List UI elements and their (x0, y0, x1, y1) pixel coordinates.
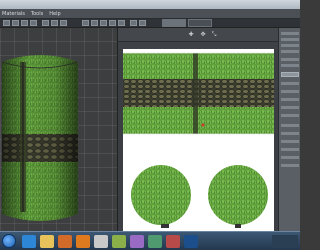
bevel-tool-button[interactable] (51, 20, 58, 26)
pin-icon[interactable]: ✚ (188, 32, 194, 38)
uv-island-stone-band (123, 79, 274, 107)
menu-bar: Materials Tools Help (0, 9, 300, 19)
textured-cylinder[interactable] (2, 52, 78, 224)
panel-row[interactable] (281, 140, 299, 143)
select-tool-button[interactable] (3, 20, 10, 26)
cube-icon[interactable] (112, 235, 126, 248)
scale-tool-button[interactable] (30, 20, 37, 26)
uv-island-top-grass (123, 53, 274, 79)
panel-row[interactable] (281, 82, 299, 85)
camera-tool-button[interactable] (118, 20, 125, 26)
main-toolbar (0, 19, 300, 28)
paint-tool-button[interactable] (91, 20, 98, 26)
brush-tool-button[interactable] (82, 20, 89, 26)
scale-icon[interactable]: ⤡ (211, 32, 217, 38)
panel-row[interactable] (281, 164, 299, 167)
panel-row[interactable] (281, 38, 299, 41)
render-tool-button[interactable] (130, 20, 137, 26)
taskbar (0, 231, 300, 250)
panel-row[interactable] (281, 50, 299, 53)
paint-icon[interactable] (94, 235, 108, 248)
app-icon[interactable] (130, 235, 144, 248)
panel-row[interactable] (281, 98, 299, 101)
rotate-tool-button[interactable] (21, 20, 28, 26)
uv-texture-canvas[interactable] (123, 49, 274, 231)
move-tool-button[interactable] (12, 20, 19, 26)
panel-row[interactable] (281, 44, 299, 47)
tab-layout[interactable] (188, 19, 212, 27)
light-tool-button[interactable] (109, 20, 116, 26)
panel-selected-row[interactable] (281, 72, 299, 77)
system-tray[interactable] (272, 235, 298, 248)
app-icon[interactable] (148, 235, 162, 248)
cut-tool-button[interactable] (60, 20, 67, 26)
panel-row[interactable] (281, 64, 299, 67)
uv-editor-panel: ✚ ✥ ⤡ (118, 28, 278, 231)
uv-island-bottom-grass (123, 107, 274, 134)
start-orb-icon[interactable] (2, 234, 16, 248)
3d-viewport[interactable] (0, 28, 118, 231)
uv-island-cap-left (131, 165, 191, 225)
tab-uv-editor[interactable] (162, 19, 186, 27)
uv-red-marker (201, 123, 205, 127)
panel-row[interactable] (281, 58, 299, 61)
ie-icon[interactable] (22, 235, 36, 248)
title-bar (0, 0, 300, 17)
panel-row[interactable] (281, 90, 299, 93)
panel-row[interactable] (281, 32, 299, 35)
app-icon[interactable] (166, 235, 180, 248)
uv-island-cap-right (208, 165, 268, 225)
menu-item-materials[interactable]: Materials (2, 9, 25, 19)
panel-row[interactable] (281, 114, 299, 117)
panel-row[interactable] (281, 106, 299, 109)
move-icon[interactable]: ✥ (200, 32, 206, 38)
uv-seam (193, 53, 198, 134)
folder-icon[interactable] (40, 235, 54, 248)
panel-row[interactable] (281, 156, 299, 159)
panel-row[interactable] (281, 148, 299, 151)
photoshop-icon[interactable] (184, 235, 198, 248)
uv-tool-button[interactable] (100, 20, 107, 26)
extrude-tool-button[interactable] (42, 20, 49, 26)
firefox-icon[interactable] (76, 235, 90, 248)
uv-ruler (118, 42, 278, 49)
title-bar-icons (3, 2, 43, 17)
application-window: Materials Tools Help ✚ ✥ ⤡ (0, 0, 300, 250)
panel-row[interactable] (281, 132, 299, 135)
uv-toolbar: ✚ ✥ ⤡ (118, 28, 278, 42)
media-icon[interactable] (58, 235, 72, 248)
menu-item-help[interactable]: Help (49, 9, 60, 19)
properties-panel (278, 28, 300, 231)
menu-item-tools[interactable]: Tools (31, 9, 43, 19)
material-tool-button[interactable] (139, 20, 146, 26)
panel-row[interactable] (281, 124, 299, 127)
